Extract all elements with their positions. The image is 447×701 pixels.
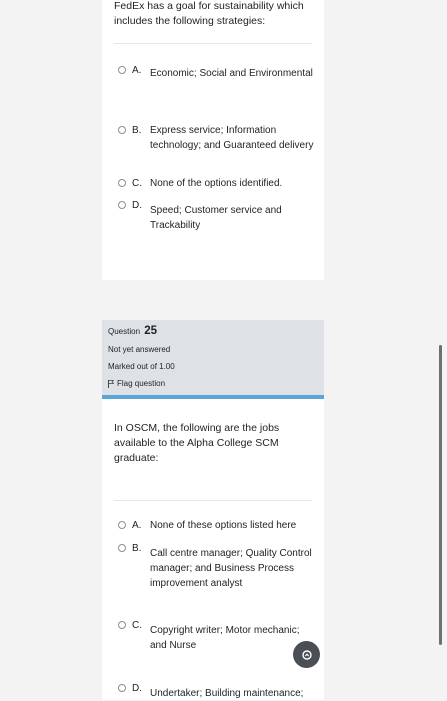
radio-button[interactable] (118, 201, 126, 209)
question-label: Question (108, 327, 141, 336)
option-letter: D. (132, 200, 142, 211)
radio-button[interactable] (118, 544, 126, 552)
flag-question-link[interactable]: Flag question (108, 379, 165, 388)
radio-button[interactable] (118, 621, 126, 629)
chevron-up-icon (301, 649, 312, 660)
page-scrollbar[interactable] (439, 345, 442, 645)
option-label: Copyright writer; Motor mechanic; and Nu… (150, 625, 300, 651)
question-24-card: FedEx has a goal for sustainability whic… (102, 0, 324, 280)
question-number: 25 (144, 325, 158, 337)
question-24-divider (114, 43, 312, 44)
question-25-card: In OSCM, the following are the jobs avai… (102, 399, 324, 700)
flag-icon (108, 379, 114, 388)
radio-button[interactable] (118, 126, 126, 134)
flag-question-label: Flag question (117, 379, 166, 388)
option-letter: B. (132, 543, 142, 554)
option-letter: D. (132, 683, 142, 694)
marks-info: Marked out of 1.00 (108, 362, 175, 371)
radio-button[interactable] (118, 521, 126, 529)
option-letter: C. (132, 178, 142, 189)
question-24-text: FedEx has a goal for sustainability whic… (114, 0, 304, 27)
option-label: Undertaker; Building maintenance; (150, 688, 304, 699)
option-label: None of the options identified. (150, 178, 283, 189)
option-label: Economic; Social and Environmental (150, 68, 313, 79)
option-letter: A. (132, 65, 142, 76)
answer-status: Not yet answered (108, 345, 171, 354)
radio-button[interactable] (118, 179, 126, 187)
radio-button[interactable] (118, 684, 126, 692)
option-label: Call centre manager; Quality Control man… (150, 548, 312, 589)
question-25-text: In OSCM, the following are the jobs avai… (114, 422, 280, 464)
option-label: Express service; Information technology;… (150, 125, 314, 151)
question-25-info-panel: Question 25 Not yet answered Marked out … (102, 320, 324, 399)
option-label: None of these options listed here (150, 520, 297, 531)
scroll-to-top-button[interactable] (293, 641, 320, 668)
option-letter: B. (132, 125, 142, 136)
question-25-divider (114, 500, 312, 501)
question-number-heading: Question 25 (108, 325, 157, 337)
option-letter: C. (132, 620, 142, 631)
option-label: Speed; Customer service and Trackability (150, 205, 282, 231)
radio-button[interactable] (118, 66, 126, 74)
option-letter: A. (132, 520, 142, 531)
